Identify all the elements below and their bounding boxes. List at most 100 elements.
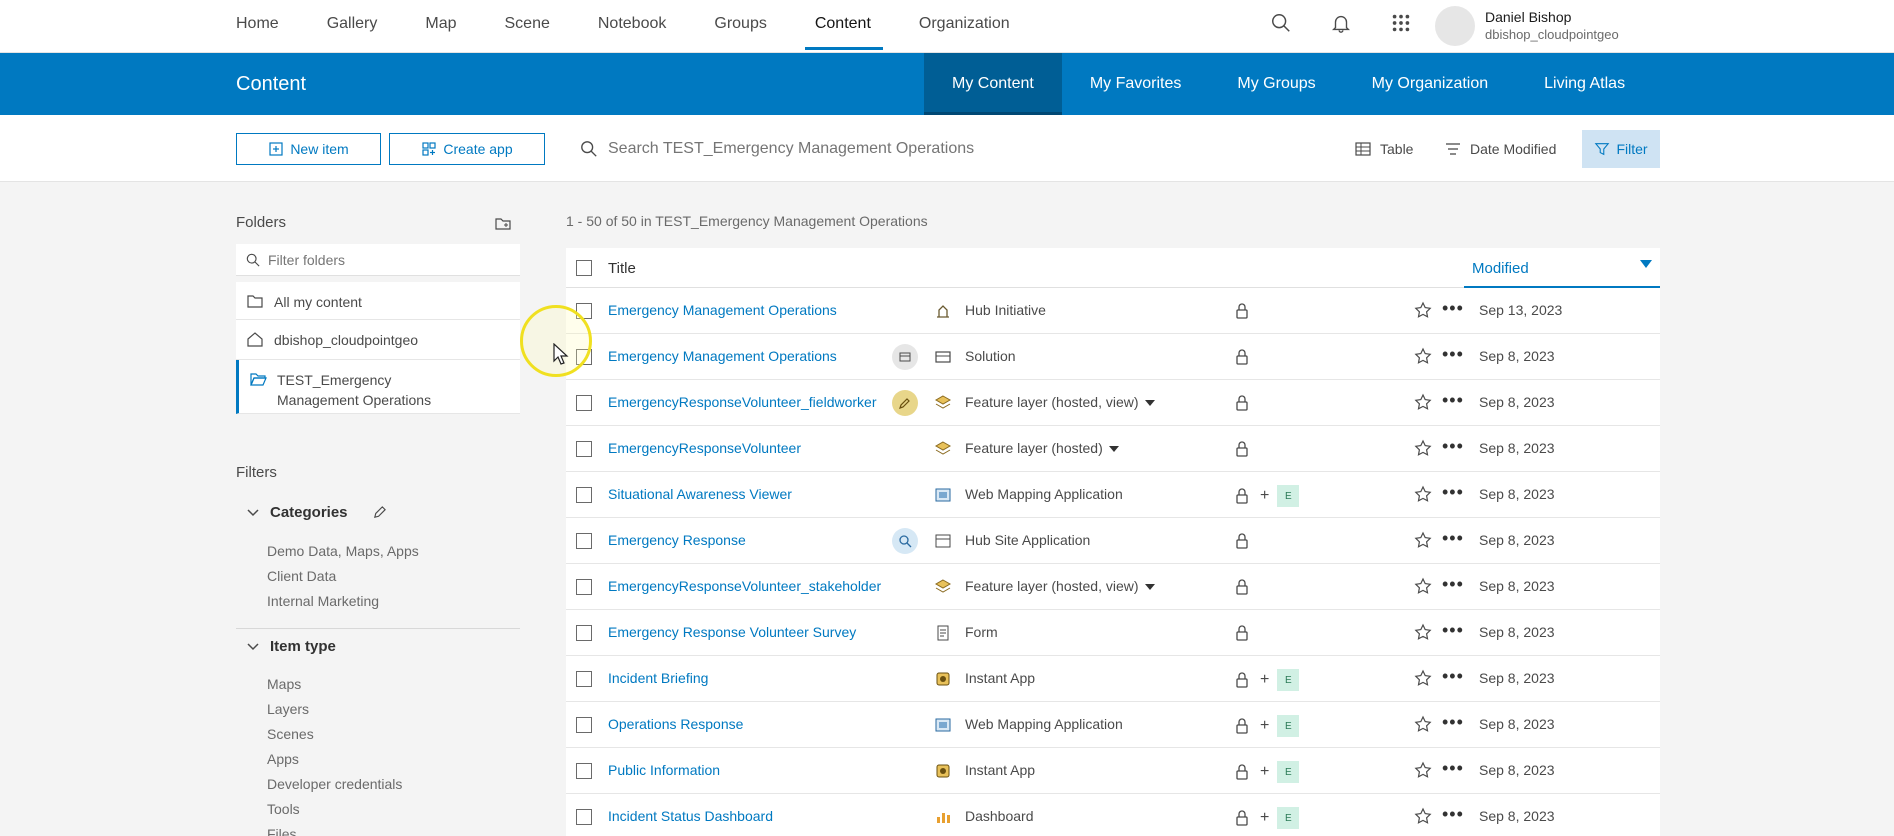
type-dropdown-caret-icon[interactable]	[1144, 584, 1155, 591]
nav-scene[interactable]: Scene	[505, 0, 550, 53]
user-menu[interactable]: Daniel Bishop dbishop_cloudpointgeo	[1435, 6, 1619, 46]
table-row[interactable]: Emergency Management Operations Hub Initi…	[566, 288, 1660, 334]
item-type-item[interactable]: Scenes	[267, 726, 314, 742]
item-title-link[interactable]: Emergency Management Operations	[608, 348, 898, 364]
favorite-star-icon[interactable]	[1414, 393, 1432, 411]
nav-gallery[interactable]: Gallery	[327, 0, 378, 53]
nav-home[interactable]: Home	[236, 0, 279, 53]
table-row[interactable]: EmergencyResponseVolunteer_stakeholder Fe…	[566, 564, 1660, 610]
row-checkbox[interactable]	[576, 809, 592, 825]
create-app-button[interactable]: Create app	[389, 133, 545, 165]
more-options-icon[interactable]: •••	[1442, 666, 1464, 687]
sort-caret-icon[interactable]	[1640, 260, 1652, 268]
filter-folders-input[interactable]	[268, 251, 508, 268]
type-dropdown-caret-icon[interactable]	[1108, 446, 1119, 453]
item-title-link[interactable]: Operations Response	[608, 716, 898, 732]
select-all-checkbox[interactable]	[576, 260, 592, 276]
item-title-link[interactable]: Public Information	[608, 762, 898, 778]
favorite-star-icon[interactable]	[1414, 669, 1432, 687]
more-options-icon[interactable]: •••	[1442, 758, 1464, 779]
filter-button[interactable]: Filter	[1582, 130, 1660, 168]
table-row[interactable]: EmergencyResponseVolunteer Feature layer …	[566, 426, 1660, 472]
search-icon[interactable]	[1270, 12, 1292, 34]
categories-toggle[interactable]: Categories	[246, 504, 348, 521]
item-type-item[interactable]: Tools	[267, 801, 300, 817]
row-checkbox[interactable]	[576, 395, 592, 411]
type-dropdown-caret-icon[interactable]	[1144, 400, 1155, 407]
favorite-star-icon[interactable]	[1414, 807, 1432, 825]
view-toggle[interactable]: Table	[1354, 133, 1413, 165]
item-title-link[interactable]: Incident Briefing	[608, 670, 898, 686]
search-input[interactable]	[608, 140, 1048, 158]
more-options-icon[interactable]: •••	[1442, 574, 1464, 595]
item-title-link[interactable]: Emergency Management Operations	[608, 302, 898, 318]
folder-test-emergency[interactable]: TEST_Emergency Management Operations	[236, 360, 520, 414]
row-checkbox[interactable]	[576, 487, 592, 503]
category-item[interactable]: Client Data	[267, 568, 336, 584]
item-type-item[interactable]: Layers	[267, 701, 309, 717]
table-row[interactable]: Operations Response Web Mapping Applicati…	[566, 702, 1660, 748]
row-checkbox[interactable]	[576, 625, 592, 641]
table-row[interactable]: Emergency Response Volunteer Survey Form •…	[566, 610, 1660, 656]
table-row[interactable]: Incident Briefing Instant App + E ••• Sep 8, …	[566, 656, 1660, 702]
tab-living-atlas[interactable]: Living Atlas	[1516, 53, 1653, 115]
more-options-icon[interactable]: •••	[1442, 298, 1464, 319]
category-item[interactable]: Demo Data, Maps, Apps	[267, 543, 419, 559]
more-options-icon[interactable]: •••	[1442, 620, 1464, 641]
row-checkbox[interactable]	[576, 579, 592, 595]
more-options-icon[interactable]: •••	[1442, 344, 1464, 365]
nav-map[interactable]: Map	[425, 0, 456, 53]
more-options-icon[interactable]: •••	[1442, 436, 1464, 457]
tab-my-content[interactable]: My Content	[924, 53, 1062, 115]
more-options-icon[interactable]: •••	[1442, 482, 1464, 503]
table-row[interactable]: EmergencyResponseVolunteer_fieldworker Fe…	[566, 380, 1660, 426]
table-row[interactable]: Incident Status Dashboard Dashboard + E ••• S…	[566, 794, 1660, 836]
nav-groups[interactable]: Groups	[714, 0, 766, 53]
edit-pencil-icon[interactable]	[372, 505, 387, 523]
folder-all-my-content[interactable]: All my content	[236, 282, 520, 320]
favorite-star-icon[interactable]	[1414, 347, 1432, 365]
item-type-toggle[interactable]: Item type	[246, 638, 336, 655]
more-options-icon[interactable]: •••	[1442, 390, 1464, 411]
column-modified[interactable]: Modified	[1472, 260, 1529, 277]
table-row[interactable]: Situational Awareness Viewer Web Mapping …	[566, 472, 1660, 518]
favorite-star-icon[interactable]	[1414, 761, 1432, 779]
item-type-item[interactable]: Developer credentials	[267, 776, 402, 792]
item-type-item[interactable]: Apps	[267, 751, 299, 767]
nav-notebook[interactable]: Notebook	[598, 0, 667, 53]
favorite-star-icon[interactable]	[1414, 623, 1432, 641]
favorite-star-icon[interactable]	[1414, 485, 1432, 503]
app-launcher-icon[interactable]	[1390, 12, 1412, 34]
item-title-link[interactable]: Incident Status Dashboard	[608, 808, 898, 824]
new-folder-icon[interactable]	[494, 214, 512, 235]
favorite-star-icon[interactable]	[1414, 301, 1432, 319]
table-row[interactable]: Emergency Management Operations Solution •…	[566, 334, 1660, 380]
row-checkbox[interactable]	[576, 671, 592, 687]
row-checkbox[interactable]	[576, 763, 592, 779]
favorite-star-icon[interactable]	[1414, 439, 1432, 457]
item-title-link[interactable]: EmergencyResponseVolunteer	[608, 440, 898, 456]
sort-dropdown[interactable]: Date Modified	[1444, 133, 1556, 165]
favorite-star-icon[interactable]	[1414, 531, 1432, 549]
new-item-button[interactable]: New item	[236, 133, 381, 165]
row-checkbox[interactable]	[576, 441, 592, 457]
item-title-link[interactable]: EmergencyResponseVolunteer_fieldworker	[608, 394, 898, 410]
more-options-icon[interactable]: •••	[1442, 712, 1464, 733]
nav-organization[interactable]: Organization	[919, 0, 1010, 53]
tab-my-groups[interactable]: My Groups	[1209, 53, 1343, 115]
bell-icon[interactable]	[1330, 12, 1352, 34]
row-checkbox[interactable]	[576, 533, 592, 549]
column-title[interactable]: Title	[608, 260, 636, 277]
favorite-star-icon[interactable]	[1414, 577, 1432, 595]
tab-my-favorites[interactable]: My Favorites	[1062, 53, 1210, 115]
more-options-icon[interactable]: •••	[1442, 528, 1464, 549]
category-item[interactable]: Internal Marketing	[267, 593, 379, 609]
item-type-item[interactable]: Files	[267, 826, 297, 836]
nav-content[interactable]: Content	[804, 0, 883, 53]
folder-home[interactable]: dbishop_cloudpointgeo	[236, 320, 520, 360]
item-title-link[interactable]: Emergency Response Volunteer Survey	[608, 624, 898, 640]
item-title-link[interactable]: Emergency Response	[608, 532, 898, 548]
row-checkbox[interactable]	[576, 717, 592, 733]
item-title-link[interactable]: EmergencyResponseVolunteer_stakeholder	[608, 578, 898, 594]
table-row[interactable]: Emergency Response Hub Site Application ••…	[566, 518, 1660, 564]
